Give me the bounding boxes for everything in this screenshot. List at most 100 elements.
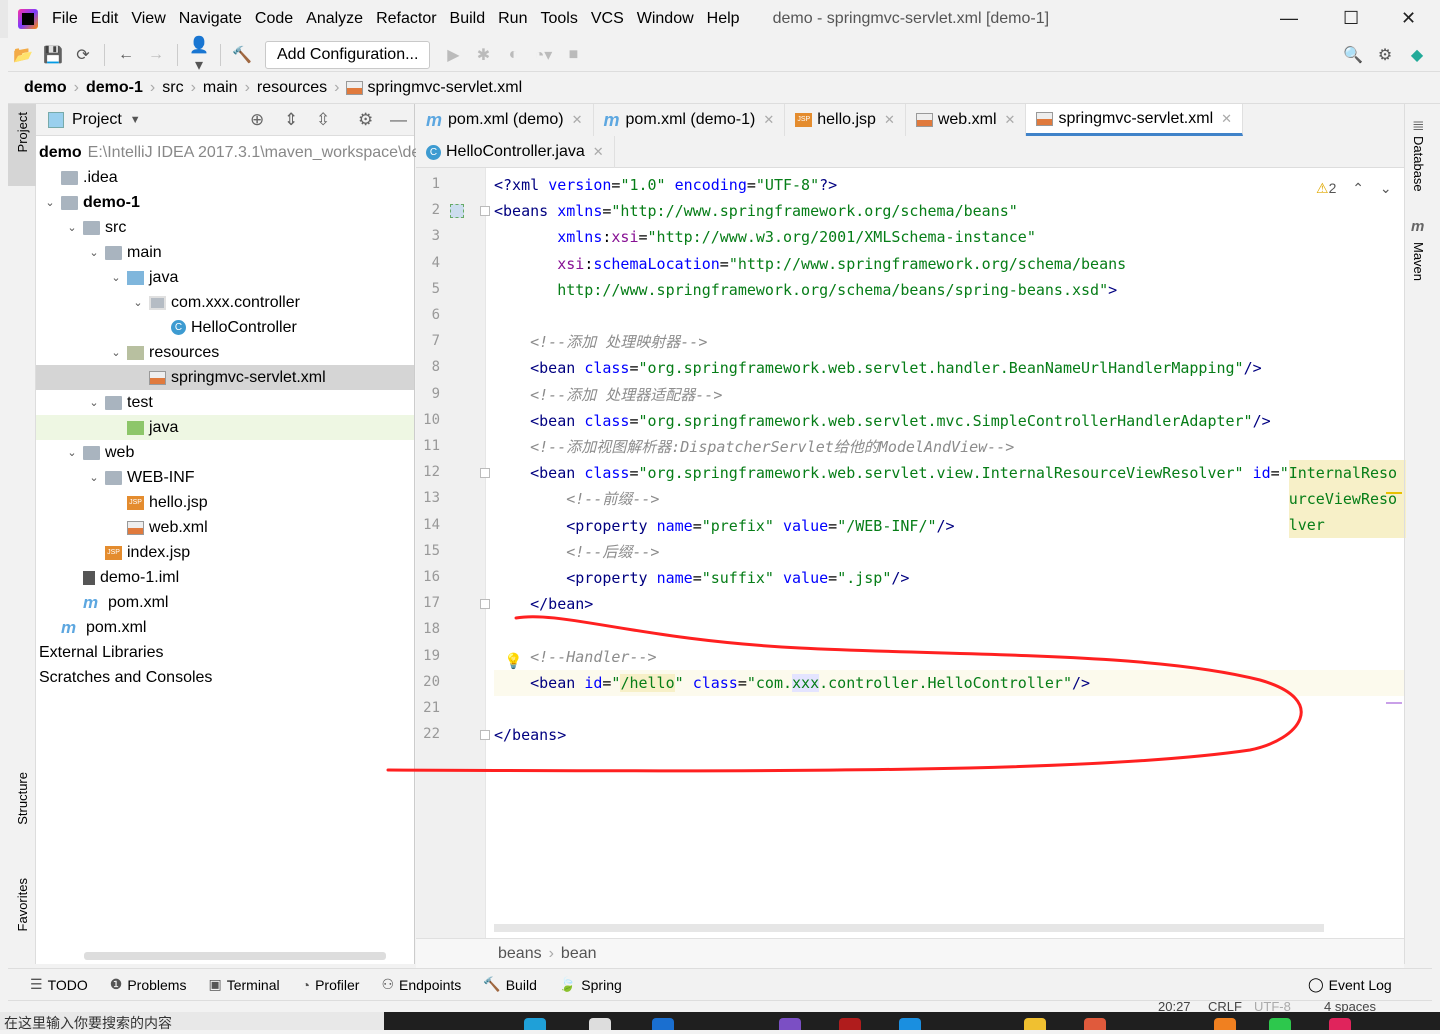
menu-refactor[interactable]: Refactor — [376, 10, 436, 28]
menu-build[interactable]: Build — [450, 10, 486, 28]
locate-icon[interactable]: ⊕ — [250, 110, 264, 130]
open-folder-icon[interactable]: 📂 — [10, 45, 36, 65]
tree-item[interactable]: JSP index.jsp — [36, 540, 414, 565]
tool-spring[interactable]: 🍃 Spring — [559, 976, 622, 993]
tree-item[interactable]: ⌄ main — [36, 240, 414, 265]
tree-item[interactable]: ⌄ src — [36, 215, 414, 240]
chevron-down-icon[interactable]: ⌄ — [105, 271, 127, 284]
structure-tool-tab[interactable]: Structure — [15, 772, 30, 825]
tree-item[interactable]: web.xml — [36, 515, 414, 540]
tree-item[interactable]: JSP hello.jsp — [36, 490, 414, 515]
menu-edit[interactable]: Edit — [91, 10, 119, 28]
code-line[interactable]: <bean id="/hello" class="com.xxx.control… — [494, 669, 1404, 696]
menu-vcs[interactable]: VCS — [591, 10, 624, 28]
edge-icon[interactable] — [524, 1018, 546, 1030]
settings-gear-icon[interactable]: ⚙ — [358, 110, 373, 130]
fold-marker-icon[interactable] — [480, 206, 490, 217]
menu-view[interactable]: View — [131, 10, 165, 28]
fold-marker-icon[interactable] — [480, 730, 490, 741]
code-line[interactable]: <bean class="org.springframework.web.ser… — [494, 355, 1262, 381]
tree-item[interactable]: External Libraries — [36, 640, 414, 665]
crumb-bean[interactable]: bean — [561, 945, 597, 963]
chevron-down-icon[interactable]: ⌄ — [83, 471, 105, 484]
close-tab-icon[interactable]: ✕ — [572, 112, 583, 128]
wechat-icon[interactable] — [1269, 1018, 1291, 1030]
tool-profiler[interactable]: ◔ Profiler — [302, 976, 360, 993]
code-line[interactable]: http://www.springframework.org/schema/be… — [494, 277, 1117, 303]
tree-item[interactable]: m pom.xml — [36, 615, 414, 640]
app-icon[interactable] — [652, 1018, 674, 1030]
breadcrumb-item[interactable]: springmvc-servlet.xml — [367, 79, 522, 97]
tree-item[interactable]: java — [36, 415, 414, 440]
intellij-taskbar-icon[interactable] — [1329, 1018, 1351, 1030]
save-icon[interactable]: 💾 — [40, 45, 66, 65]
menu-tools[interactable]: Tools — [540, 10, 577, 28]
sync-icon[interactable]: ⟳ — [70, 45, 96, 65]
debug-icon[interactable]: ✱ — [470, 45, 496, 65]
tree-item[interactable]: ⌄ demo-1 — [36, 190, 414, 215]
store-icon[interactable] — [589, 1018, 611, 1030]
chevron-down-icon[interactable]: ⌄ — [39, 196, 61, 209]
back-icon[interactable]: ← — [113, 46, 139, 64]
project-tool-tab[interactable]: Project — [15, 112, 30, 152]
tree-item[interactable]: m pom.xml — [36, 590, 414, 615]
database-tool-tab[interactable]: Database — [1411, 136, 1426, 192]
tree-item[interactable]: ⌄ com.xxx.controller — [36, 290, 414, 315]
profile-icon[interactable]: ◔▾ — [530, 45, 556, 65]
hide-panel-icon[interactable]: — — [390, 110, 407, 130]
menu-navigate[interactable]: Navigate — [179, 10, 242, 28]
gear-icon[interactable]: ⚙ — [1372, 45, 1398, 65]
user-icon[interactable]: 👤▾ — [186, 35, 212, 75]
app-icon[interactable] — [899, 1018, 921, 1030]
chevron-down-icon[interactable]: ⌄ — [83, 396, 105, 409]
code-line[interactable]: <!--添加视图解析器:DispatcherServlet给他的ModelAnd… — [494, 434, 1014, 460]
code-line[interactable]: <!--前缀--> — [494, 486, 659, 512]
tree-item[interactable]: Scratches and Consoles — [36, 665, 414, 690]
tree-item[interactable]: demo-1.iml — [36, 565, 414, 590]
close-tab-icon[interactable]: ✕ — [1005, 112, 1016, 128]
menu-run[interactable]: Run — [498, 10, 527, 28]
breadcrumb-item[interactable]: resources — [257, 79, 327, 97]
tree-item[interactable]: ⌄ test — [36, 390, 414, 415]
inspection-widget[interactable]: ⚠2 ⌃ ⌄ — [1316, 180, 1392, 197]
code-line[interactable]: </bean> — [494, 591, 593, 617]
menu-file[interactable]: File — [52, 10, 78, 28]
menu-analyze[interactable]: Analyze — [306, 10, 363, 28]
coverage-icon[interactable]: ◐ — [500, 46, 526, 64]
favorites-tool-tab[interactable]: Favorites — [15, 878, 30, 931]
run-icon[interactable]: ▶ — [440, 45, 466, 65]
breadcrumb-item[interactable]: demo-1 — [86, 79, 143, 97]
next-highlight-icon[interactable]: ⌄ — [1380, 180, 1392, 196]
visual-studio-icon[interactable] — [779, 1018, 801, 1030]
app-icon[interactable] — [839, 1018, 861, 1030]
maximize-button[interactable]: ☐ — [1343, 8, 1359, 29]
code-editor[interactable]: 1 2 3 4 5 6 7 8 9 10 11 12 13 14 15 16 17 18 19 20 21 22 <?xm… — [416, 168, 1406, 938]
tree-item[interactable]: demo E:\IntelliJ IDEA 2017.3.1\maven_work… — [36, 140, 443, 165]
code-line[interactable]: <!--添加 处理器适配器--> — [494, 382, 722, 408]
tree-item[interactable]: ⌄ java — [36, 265, 414, 290]
stop-icon[interactable]: ■ — [560, 46, 586, 64]
tab-pom-xml-demo-1-[interactable]: m pom.xml (demo-1) ✕ — [594, 104, 786, 136]
tab-springmvc-servlet-xml[interactable]: springmvc-servlet.xml ✕ — [1026, 104, 1244, 136]
firefox-icon[interactable] — [1214, 1018, 1236, 1030]
close-tab-icon[interactable]: ✕ — [593, 144, 604, 160]
breadcrumb-item[interactable]: src — [162, 79, 183, 97]
tool-build[interactable]: 🔨 Build — [483, 976, 537, 993]
fold-marker-icon[interactable] — [480, 599, 490, 610]
add-configuration-button[interactable]: Add Configuration... — [265, 40, 431, 69]
breadcrumb-item[interactable]: demo — [24, 79, 67, 97]
close-tab-icon[interactable]: ✕ — [763, 112, 774, 128]
close-tab-icon[interactable]: ✕ — [1221, 111, 1232, 127]
editor-horizontal-scrollbar[interactable] — [494, 924, 1324, 932]
code-line[interactable]: xmlns:xsi="http://www.w3.org/2001/XMLSch… — [494, 224, 1036, 250]
tool-terminal[interactable]: ▣ Terminal — [208, 976, 279, 993]
code-line[interactable]: <!--添加 处理映射器--> — [494, 329, 707, 355]
tab-hello-jsp[interactable]: JSP hello.jsp ✕ — [785, 104, 906, 136]
fold-marker-icon[interactable] — [480, 468, 490, 479]
code-line[interactable]: <beans xmlns="http://www.springframework… — [494, 198, 1018, 224]
spring-bean-gutter-icon[interactable] — [450, 204, 464, 218]
collapse-all-icon[interactable]: ⇳ — [316, 110, 330, 130]
tree-item[interactable]: C HelloController — [36, 315, 414, 340]
toolbox-icon[interactable]: ◆ — [1404, 45, 1430, 65]
project-view-selector[interactable]: Project — [72, 111, 122, 129]
